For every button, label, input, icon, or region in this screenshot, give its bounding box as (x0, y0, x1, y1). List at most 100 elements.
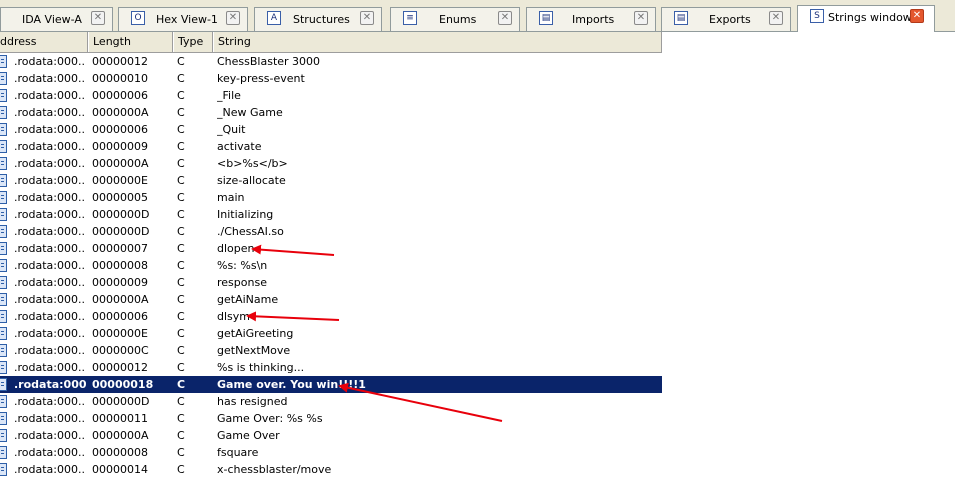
table-row[interactable]: .rodata:000... 0000000D C Initializing (0, 206, 662, 223)
cell-length: 0000000A (92, 429, 149, 442)
close-icon[interactable]: ✕ (634, 11, 648, 25)
string-item-icon (0, 123, 7, 136)
cell-type: C (177, 395, 185, 408)
cell-string: %s: %s\n (217, 259, 268, 272)
tab-label: Imports (572, 13, 615, 26)
cell-string: x-chessblaster/move (217, 463, 332, 476)
table-row[interactable]: .rodata:000... 00000006 C _File (0, 87, 662, 104)
cell-type: C (177, 327, 185, 340)
close-icon[interactable]: ✕ (360, 11, 374, 25)
cell-length: 0000000C (92, 344, 149, 357)
cell-length: 00000006 (92, 310, 148, 323)
cell-type: C (177, 378, 186, 391)
table-row[interactable]: .rodata:000... 00000006 C _Quit (0, 121, 662, 138)
cell-length: 0000000A (92, 106, 149, 119)
cell-type: C (177, 55, 185, 68)
cell-string: main (217, 191, 245, 204)
cell-length: 0000000E (92, 174, 148, 187)
column-header-string[interactable]: String (213, 32, 662, 52)
cell-address: .rodata:000... (14, 123, 86, 136)
string-item-icon (0, 225, 7, 238)
cell-length: 00000007 (92, 242, 148, 255)
table-row[interactable]: .rodata:000... 00000008 C %s: %s\n (0, 257, 662, 274)
table-row[interactable]: .rodata:000... 00000014 Cx-chessblaster/mo… (0, 461, 662, 478)
cell-length: 00000006 (92, 89, 148, 102)
table-row[interactable]: .rodata:000... 0000000A CgetAiName (0, 291, 662, 308)
cell-address: .rodata:000... (14, 72, 86, 85)
table-row[interactable]: .rodata:000... 00000009 Cresponse (0, 274, 662, 291)
close-icon[interactable]: ✕ (91, 11, 105, 25)
table-row[interactable]: .rodata:000... 00000018 C Game over. You wi… (0, 376, 662, 393)
tab-label: Hex View-1 (156, 13, 218, 26)
column-header-type[interactable]: Type (173, 32, 213, 52)
table-row[interactable]: .rodata:000... 0000000C CgetNextMove (0, 342, 662, 359)
cell-string: has resigned (217, 395, 288, 408)
cell-type: C (177, 293, 185, 306)
table-row[interactable]: .rodata:000... 0000000E CgetAiGreeting (0, 325, 662, 342)
tab-label: IDA View-A (22, 13, 82, 26)
table-row[interactable]: .rodata:000... 00000008 Cfsquare (0, 444, 662, 461)
string-item-icon (0, 463, 7, 476)
cell-type: C (177, 140, 185, 153)
cell-length: 00000012 (92, 361, 148, 374)
cell-address: .rodata:000... (14, 242, 86, 255)
table-row[interactable]: .rodata:000... 0000000E Csize-allocate (0, 172, 662, 189)
cell-string: key-press-event (217, 72, 305, 85)
cell-string: %s is thinking... (217, 361, 305, 374)
table-row[interactable]: .rodata:000... 00000012 C ChessBlaster 3000 (0, 53, 662, 70)
tab-exports[interactable]: ▤ Exports ✕ (661, 7, 791, 31)
string-item-icon (0, 259, 7, 272)
cell-length: 0000000A (92, 157, 149, 170)
cell-type: C (177, 72, 185, 85)
tab-imports[interactable]: ▤ Imports ✕ (526, 7, 656, 31)
string-item-icon (0, 344, 7, 357)
string-item-icon (0, 106, 7, 119)
cell-address: .rodata:000... (14, 106, 86, 119)
tab-label: Enums (439, 13, 477, 26)
tab-hex-view-1[interactable]: O Hex View-1 ✕ (118, 7, 248, 31)
column-header-address[interactable]: ddress (0, 32, 88, 52)
table-row[interactable]: .rodata:000... 0000000D Chas resigned (0, 393, 662, 410)
table-row[interactable]: .rodata:000... 00000009 Cactivate (0, 138, 662, 155)
table-row[interactable]: .rodata:000... 0000000A C _New Game (0, 104, 662, 121)
cell-string: Game over. You win!!!!1 (217, 378, 366, 391)
cell-address: .rodata:000... (14, 310, 86, 323)
cell-address: .rodata:000... (14, 293, 86, 306)
column-header-length[interactable]: Length (88, 32, 173, 52)
cell-address: .rodata:000... (14, 276, 86, 289)
table-row[interactable]: .rodata:000... 00000005 Cmain (0, 189, 662, 206)
table-row[interactable]: .rodata:000... 00000006 Cdlsym (0, 308, 662, 325)
table-row[interactable]: .rodata:000... 0000000A C <b>%s</b> (0, 155, 662, 172)
cell-length: 0000000E (92, 327, 148, 340)
cell-string: Initializing (217, 208, 274, 221)
close-icon[interactable]: ✕ (769, 11, 783, 25)
table-row[interactable]: .rodata:000... 0000000D C ./ChessAI.so (0, 223, 662, 240)
table-row[interactable]: .rodata:000... 0000000A C Game Over (0, 427, 662, 444)
string-item-icon (0, 174, 7, 187)
cell-string: fsquare (217, 446, 259, 459)
close-icon[interactable]: ✕ (910, 9, 924, 23)
tab-strings-window[interactable]: S Strings window ✕ (797, 5, 935, 32)
cell-address: .rodata:000... (14, 378, 86, 391)
cell-length: 00000014 (92, 463, 148, 476)
table-row[interactable]: .rodata:000... 00000011 C Game Over: %s %s (0, 410, 662, 427)
table-row[interactable]: .rodata:000... 00000010 Ckey-press-event (0, 70, 662, 87)
close-icon[interactable]: ✕ (226, 11, 240, 25)
tab-ida-view-a[interactable]: IDA View-A ✕ (0, 7, 113, 31)
close-icon[interactable]: ✕ (498, 11, 512, 25)
cell-length: 0000000D (92, 225, 150, 238)
tab-structures[interactable]: A Structures ✕ (254, 7, 382, 31)
table-row[interactable]: .rodata:000... 00000007 Cdlopen (0, 240, 662, 257)
enums-icon: ≡ (403, 11, 417, 25)
cell-address: .rodata:000... (14, 412, 86, 425)
cell-type: C (177, 361, 185, 374)
column-headers: ddress Length Type String (0, 32, 662, 53)
cell-string: size-allocate (217, 174, 286, 187)
table-row[interactable]: .rodata:000... 00000012 C %s is thinking... (0, 359, 662, 376)
cell-address: .rodata:000... (14, 327, 86, 340)
cell-length: 0000000A (92, 293, 149, 306)
cell-string: ./ChessAI.so (217, 225, 284, 238)
tab-bar: IDA View-A ✕ O Hex View-1 ✕ A Structures ✕ ≡ Enum… (0, 0, 955, 32)
string-item-icon (0, 242, 7, 255)
tab-enums[interactable]: ≡ Enums ✕ (390, 7, 520, 31)
